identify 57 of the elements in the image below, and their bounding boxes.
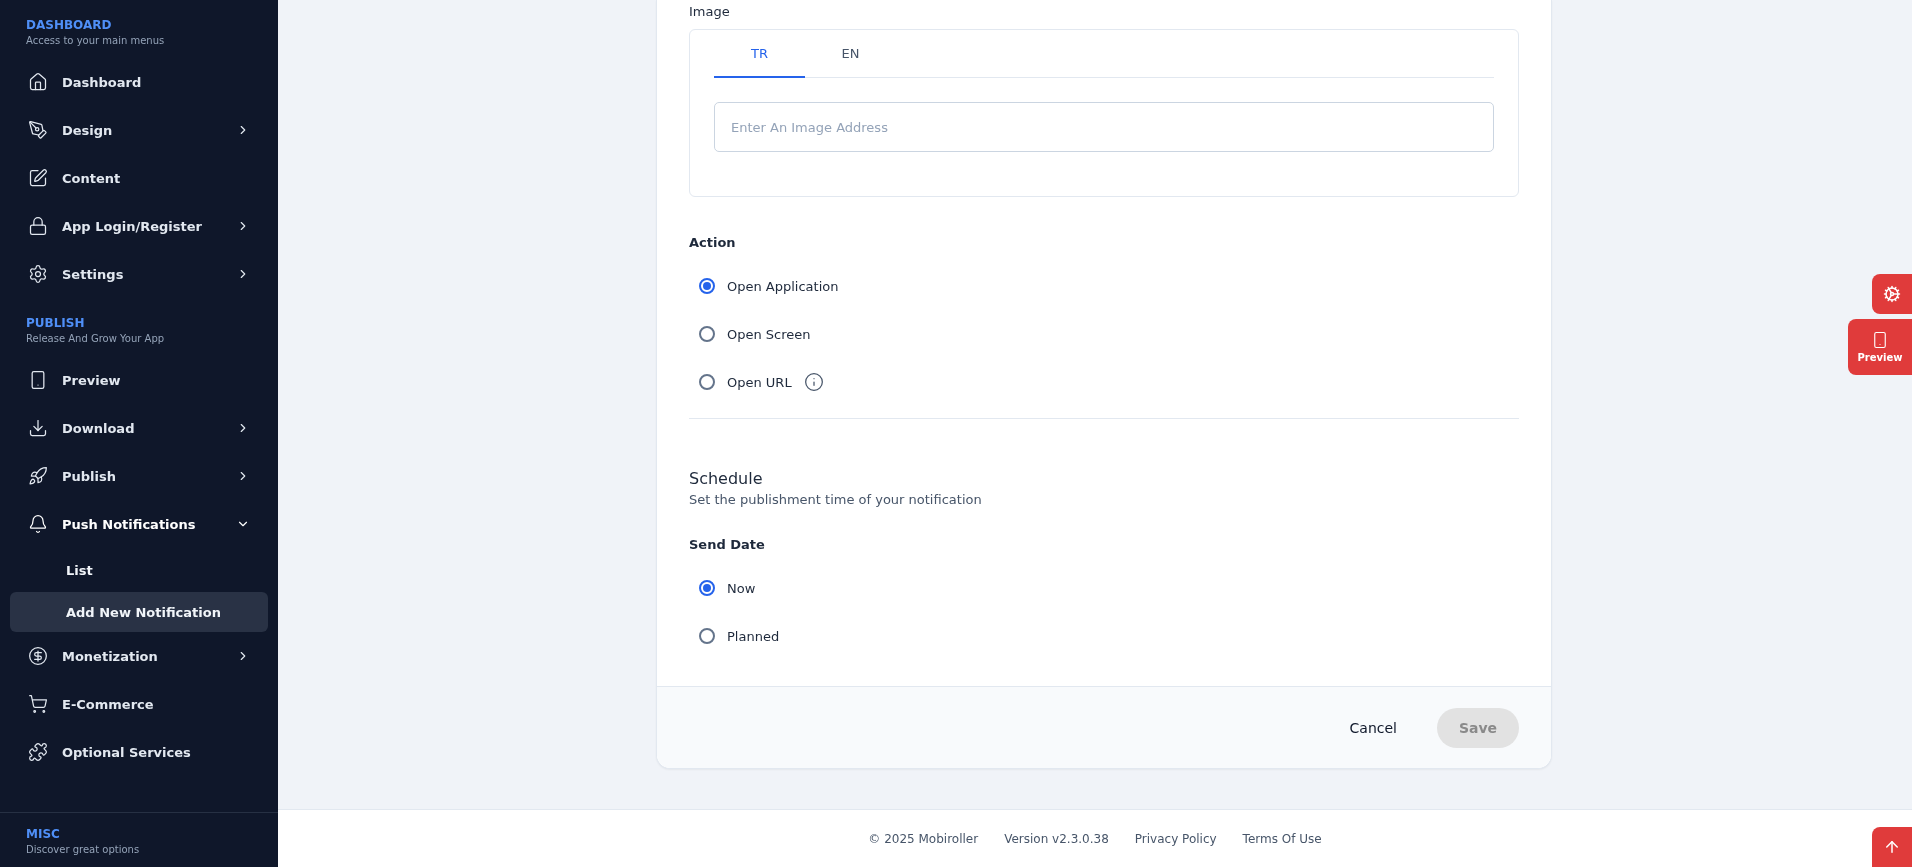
- section-subtitle: Discover great options: [25, 843, 141, 857]
- sidebar-item[interactable]: Push Notifications: [10, 500, 268, 548]
- image-address-input[interactable]: Enter An Image Address: [714, 102, 1494, 152]
- field-label: Image: [689, 4, 731, 19]
- footer-link[interactable]: Terms Of Use: [1242, 831, 1322, 846]
- section-title: DASHBOARD: [25, 17, 113, 32]
- download-icon: [28, 418, 48, 438]
- sidebar-subitem[interactable]: List: [10, 548, 268, 592]
- radio-button[interactable]: [699, 628, 715, 644]
- radio-button[interactable]: [699, 580, 715, 596]
- sidebar-item[interactable]: Publish: [10, 452, 268, 500]
- footer-link[interactable]: Privacy Policy: [1134, 831, 1217, 846]
- section-title: MISC: [25, 826, 61, 841]
- field-label: Send Date: [689, 537, 766, 552]
- settings-icon: [1883, 285, 1901, 303]
- phone-icon: [1871, 331, 1889, 349]
- sidebar-item[interactable]: Monetization: [10, 632, 268, 680]
- sidebar-item[interactable]: Dashboard: [10, 58, 268, 106]
- radio-label: Open Application: [727, 278, 839, 294]
- rocket-icon: [28, 466, 48, 486]
- radio-button[interactable]: [699, 326, 715, 342]
- sidebar-item[interactable]: Design: [10, 106, 268, 154]
- radio-button[interactable]: [699, 374, 715, 390]
- scroll-top-button[interactable]: [1872, 827, 1912, 867]
- sidebar-item[interactable]: Settings: [10, 250, 268, 298]
- bell-icon: [28, 514, 48, 534]
- settings-button[interactable]: [1872, 274, 1912, 314]
- language-tab[interactable]: EN: [805, 30, 896, 78]
- field-label: Action: [689, 235, 737, 250]
- sidebar-item[interactable]: E-Commerce: [10, 680, 268, 728]
- radio-label: Open URL: [727, 374, 792, 390]
- sidebar-item[interactable]: Content: [10, 154, 268, 202]
- info-icon[interactable]: [803, 372, 824, 392]
- radio-label: Open Screen: [727, 326, 811, 342]
- lock-icon: [28, 216, 48, 236]
- settings-icon: [28, 264, 48, 284]
- section-description: Set the publishment time of your notification: [689, 492, 983, 507]
- language-tab[interactable]: TR: [714, 30, 805, 78]
- section-subtitle: Access to your main menus: [25, 34, 166, 48]
- house-icon: [28, 72, 48, 92]
- radio-label: Now: [727, 580, 756, 596]
- dollar-icon: [28, 646, 48, 666]
- section-subtitle: Release And Grow Your App: [25, 332, 166, 346]
- radio-label: Planned: [727, 628, 780, 644]
- sidebar-item[interactable]: App Login/Register: [10, 202, 268, 250]
- cancel-button[interactable]: Cancel: [1343, 718, 1403, 737]
- preview-button[interactable]: Preview: [1848, 319, 1912, 375]
- section-title: PUBLISH: [25, 315, 86, 330]
- puzzle-icon: [28, 742, 48, 762]
- edit-icon: [28, 168, 48, 188]
- sidebar-item[interactable]: Download: [10, 404, 268, 452]
- sidebar-item[interactable]: Preview: [10, 356, 268, 404]
- section-heading: Schedule: [689, 469, 764, 488]
- sidebar-subitem[interactable]: Add New Notification: [10, 592, 268, 632]
- sidebar-item[interactable]: Optional Services: [10, 728, 268, 776]
- radio-button[interactable]: [699, 278, 715, 294]
- cart-icon: [28, 694, 48, 714]
